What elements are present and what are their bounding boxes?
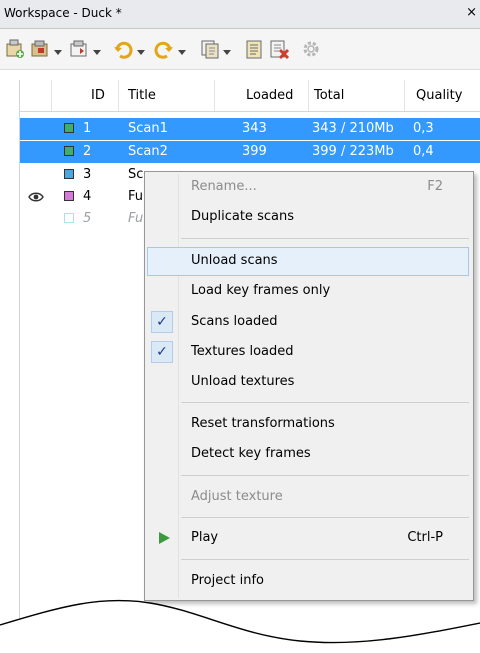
color-swatch (64, 191, 74, 201)
torn-edge-decoration (0, 599, 480, 653)
color-swatch (64, 146, 74, 156)
workspace-panel: Workspace - Duck * × ID Title Loaded Tot… (0, 0, 480, 653)
delete-icon[interactable] (268, 38, 290, 60)
export-dropdown-icon[interactable] (93, 45, 101, 55)
import-dropdown-icon[interactable] (54, 45, 62, 55)
header-id[interactable]: ID (91, 88, 105, 103)
menu-item-label: Adjust texture (191, 489, 283, 504)
menu-item-label: Project info (191, 573, 264, 588)
header-total[interactable]: Total (314, 88, 344, 103)
row-total: 343 / 210Mb (312, 121, 394, 136)
check-icon: ✓ (151, 311, 173, 333)
column-divider (214, 80, 215, 111)
column-divider (118, 80, 119, 111)
menu-separator (181, 238, 469, 239)
menu-item-unload-textures[interactable]: Unload textures (147, 368, 469, 397)
row-title: Fu (128, 189, 144, 204)
row-loaded: 343 (242, 121, 267, 136)
menu-item-label: Unload scans (191, 253, 278, 268)
title-bar: Workspace - Duck * × (0, 0, 480, 29)
menu-separator (181, 475, 469, 476)
menu-item-unload-scans[interactable]: Unload scans (147, 247, 469, 276)
menu-item-textures-loaded[interactable]: ✓ Textures loaded (147, 338, 469, 367)
menu-item-label: Reset transformations (191, 416, 335, 431)
copy-dropdown-icon[interactable] (223, 45, 231, 55)
column-divider (404, 80, 405, 111)
row-quality: 0,3 (413, 121, 434, 136)
menu-item-label: Duplicate scans (191, 209, 294, 224)
header-title[interactable]: Title (128, 88, 156, 103)
row-id: 5 (83, 211, 92, 226)
menu-item-duplicate-scans[interactable]: Duplicate scans (147, 203, 469, 232)
menu-separator (181, 559, 469, 560)
table-row[interactable]: 1 Scan1 343 343 / 210Mb 0,3 (20, 118, 480, 140)
row-id: 4 (83, 189, 92, 204)
check-icon: ✓ (151, 341, 173, 363)
row-title: Scan1 (128, 121, 168, 136)
menu-item-shortcut: F2 (427, 179, 443, 194)
context-menu: Rename... F2 Duplicate scans Unload scan… (144, 171, 474, 601)
close-button[interactable]: × (466, 5, 477, 20)
menu-item-detect-key-frames[interactable]: Detect key frames (147, 440, 469, 469)
toolbar (0, 29, 480, 70)
row-id: 3 (83, 167, 92, 182)
menu-item-play[interactable]: Play Ctrl-P (147, 524, 469, 553)
menu-separator (181, 517, 469, 518)
menu-item-rename[interactable]: Rename... F2 (147, 173, 469, 202)
redo-dropdown-icon[interactable] (178, 45, 186, 55)
row-id: 1 (83, 121, 92, 136)
row-title: Sc (128, 167, 144, 182)
row-title: Fu (128, 211, 144, 226)
menu-item-project-info[interactable]: Project info (147, 567, 469, 596)
row-loaded: 399 (242, 144, 267, 159)
header-quality[interactable]: Quality (416, 88, 462, 103)
menu-separator (181, 402, 469, 403)
menu-item-label: Unload textures (191, 374, 295, 389)
menu-item-label: Rename... (191, 179, 257, 194)
copy-icon[interactable] (199, 38, 221, 60)
row-quality: 0,4 (413, 144, 434, 159)
add-scan-icon[interactable] (4, 38, 26, 60)
menu-item-shortcut: Ctrl-P (407, 530, 443, 545)
export-icon[interactable] (68, 38, 90, 60)
undo-icon[interactable] (112, 38, 134, 60)
menu-item-adjust-texture[interactable]: Adjust texture (147, 483, 469, 512)
row-total: 399 / 223Mb (312, 144, 394, 159)
menu-item-label: Play (191, 530, 219, 545)
notes-icon[interactable] (243, 38, 265, 60)
column-divider (51, 80, 52, 111)
color-swatch (64, 213, 74, 223)
menu-item-label: Load key frames only (191, 283, 331, 298)
table-row[interactable]: 2 Scan2 399 399 / 223Mb 0,4 (20, 141, 480, 163)
undo-dropdown-icon[interactable] (137, 45, 145, 55)
window-title: Workspace - Duck * (4, 6, 122, 20)
row-title: Scan2 (128, 144, 168, 159)
color-swatch (64, 169, 74, 179)
menu-item-scans-loaded[interactable]: ✓ Scans loaded (147, 308, 469, 337)
menu-item-label: Textures loaded (191, 344, 294, 359)
menu-item-label: Detect key frames (191, 446, 311, 461)
eye-icon[interactable] (28, 190, 44, 204)
column-header: ID Title Loaded Total Quality (20, 80, 480, 112)
settings-icon[interactable] (300, 38, 322, 60)
row-id: 2 (83, 144, 92, 159)
menu-item-load-key-frames-only[interactable]: Load key frames only (147, 277, 469, 306)
menu-item-reset-transformations[interactable]: Reset transformations (147, 410, 469, 439)
column-divider (308, 80, 309, 111)
redo-icon[interactable] (153, 38, 175, 60)
play-icon (159, 532, 170, 544)
header-loaded[interactable]: Loaded (246, 88, 293, 103)
import-icon[interactable] (29, 38, 51, 60)
color-swatch (64, 123, 74, 133)
menu-item-label: Scans loaded (191, 314, 278, 329)
